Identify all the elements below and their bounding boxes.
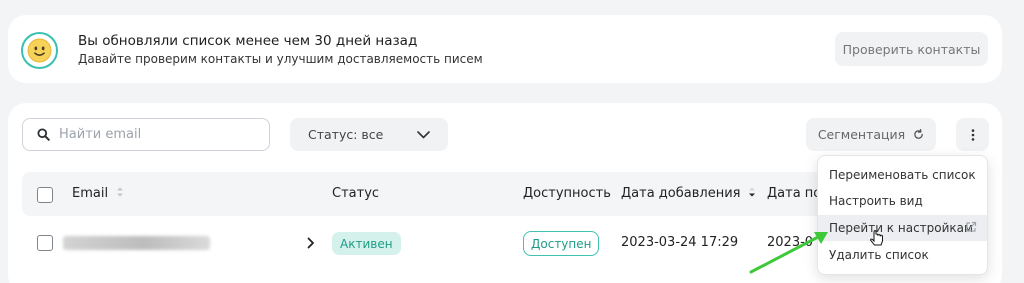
search-input[interactable] bbox=[59, 127, 259, 142]
smiley-icon bbox=[21, 32, 58, 69]
refresh-icon bbox=[914, 129, 923, 139]
notice-subtitle: Давайте проверим контакты и улучшим дост… bbox=[78, 52, 483, 66]
email-column-label: Email bbox=[72, 186, 109, 201]
row-email-redacted bbox=[63, 236, 210, 250]
availability-badge: Доступен bbox=[523, 231, 600, 256]
menu-item-go-to-settings[interactable]: Перейти к настройкам bbox=[818, 215, 987, 241]
search-field[interactable] bbox=[22, 118, 270, 151]
menu-item-rename[interactable]: Переименовать список bbox=[818, 162, 987, 188]
date-added-column-label: Дата добавления bbox=[621, 186, 741, 201]
sort-desc-icon[interactable] bbox=[748, 186, 756, 198]
segmentation-button[interactable]: Сегментация bbox=[806, 118, 936, 151]
chevron-down-icon bbox=[417, 130, 430, 138]
status-column-header: Статус bbox=[332, 186, 380, 201]
check-contacts-button[interactable]: Проверить контакты bbox=[835, 32, 988, 66]
kebab-menu-icon bbox=[971, 128, 974, 141]
list-actions-menu: Переименовать список Настроить вид Перей… bbox=[817, 155, 988, 275]
date-added-column-header[interactable]: Дата добавления bbox=[621, 186, 756, 201]
select-all-checkbox[interactable] bbox=[37, 187, 53, 203]
search-icon bbox=[37, 128, 50, 141]
date-added-cell: 2023-03-24 17:29 bbox=[621, 235, 739, 250]
segmentation-label: Сегментация bbox=[817, 127, 906, 142]
menu-item-configure-view[interactable]: Настроить вид bbox=[818, 188, 987, 214]
menu-item-delete-list[interactable]: Удалить список bbox=[818, 242, 987, 268]
email-column-header[interactable]: Email bbox=[72, 186, 124, 201]
row-checkbox[interactable] bbox=[37, 235, 53, 251]
notice-title: Вы обновляли список менее чем 30 дней на… bbox=[78, 33, 418, 49]
availability-column-header: Доступность bbox=[523, 186, 611, 201]
sort-icon[interactable] bbox=[116, 186, 124, 198]
status-badge: Активен bbox=[332, 232, 401, 255]
menu-item-go-to-settings-label: Перейти к настройкам bbox=[829, 221, 974, 235]
date-next-column-header: Дата по bbox=[767, 186, 822, 201]
external-link-icon bbox=[966, 221, 977, 232]
chevron-right-icon[interactable] bbox=[307, 237, 315, 249]
status-filter-label: Статус: все bbox=[308, 127, 384, 142]
more-options-button[interactable] bbox=[956, 118, 989, 151]
status-filter-select[interactable]: Статус: все bbox=[290, 118, 448, 151]
date-next-cell: 2023-0 bbox=[767, 235, 814, 250]
